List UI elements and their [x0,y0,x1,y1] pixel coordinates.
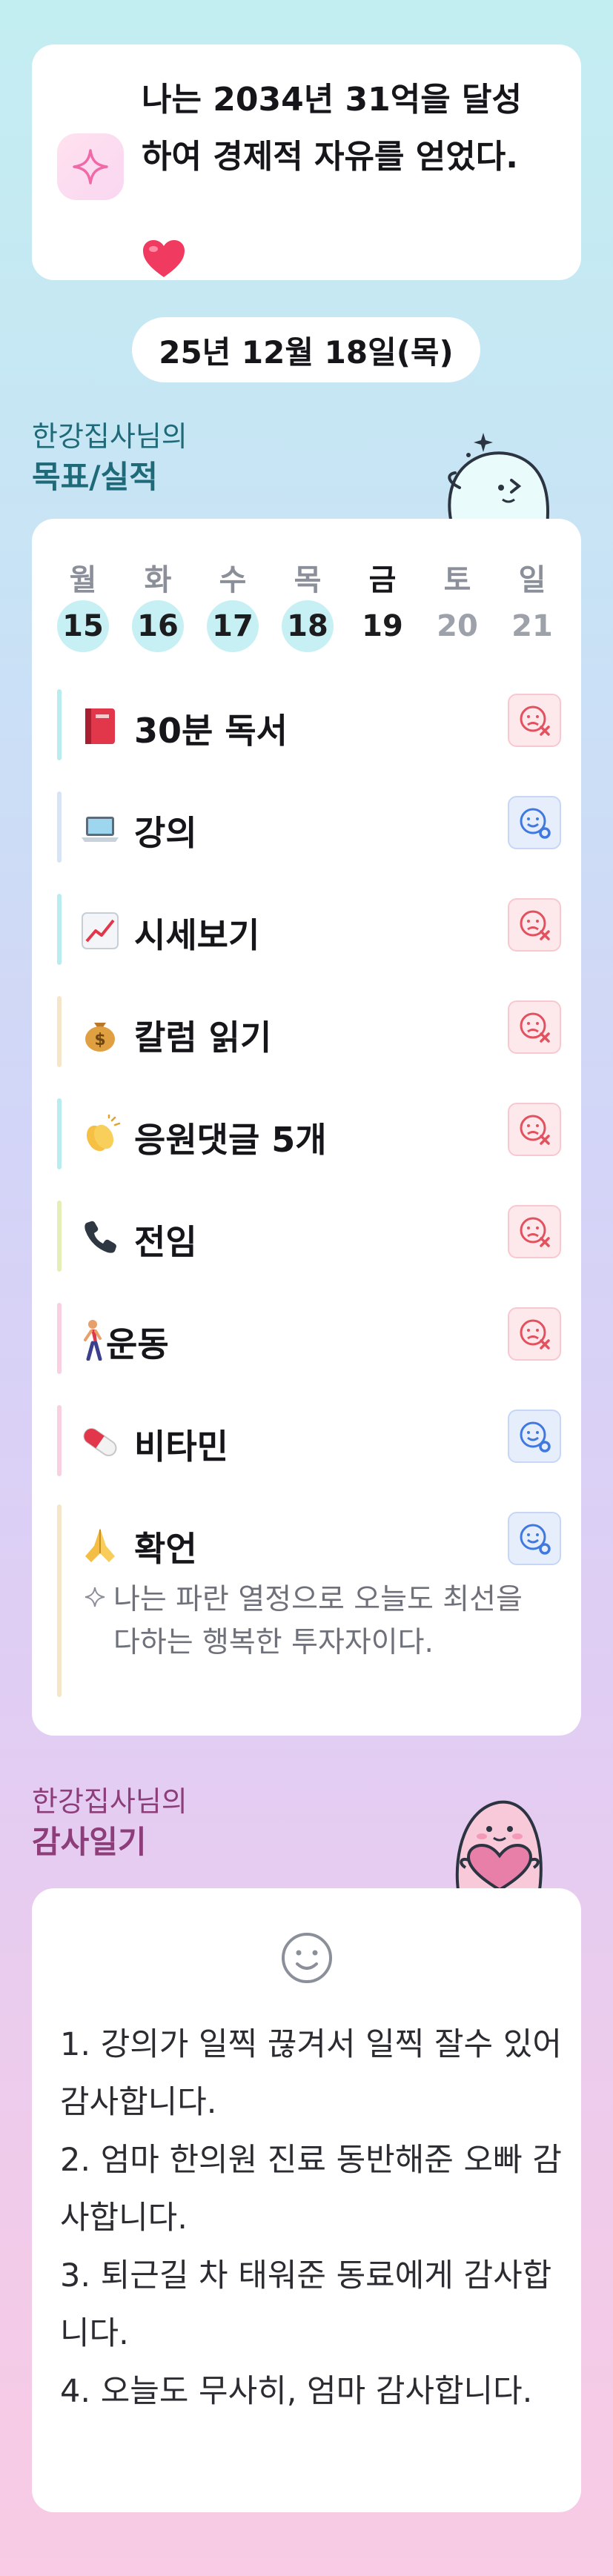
habit-color-bar [57,1201,62,1272]
habit-label: 시세보기 [134,915,260,955]
day-17[interactable]: 17 [207,600,259,652]
money-bag-icon: $ [79,1012,121,1054]
fail-face-icon[interactable] [508,1307,561,1361]
habit-label: 비타민 [134,1427,228,1467]
fail-face-icon[interactable] [508,898,561,952]
sparkle-icon [57,133,124,200]
habit-color-bar [57,1303,62,1374]
day-18[interactable]: 18 [282,600,334,652]
habit-color-bar [57,894,62,965]
success-face-icon[interactable] [508,796,561,849]
habit-row[interactable]: 확언 [57,1507,561,1579]
habit-label: 칼럼 읽기 [134,1018,272,1058]
day-15[interactable]: 15 [57,600,109,652]
habit-label: 운동 [106,1324,169,1364]
day-name-fri: 금 [368,563,397,597]
habit-row[interactable]: 강의 [57,791,561,863]
habit-row[interactable]: 응원댓글 5개 [57,1098,561,1169]
habit-row[interactable]: 시세보기 [57,894,561,965]
fail-face-icon[interactable] [508,1205,561,1258]
habit-color-bar [57,689,62,760]
gratitude-card: 1. 강의가 일찍 끊겨서 일찍 잘수 있어 감사합니다. 2. 엄마 한의원 … [32,1888,581,2512]
goal-text: 나는 2034년 31억을 달성 하여 경제적 자유를 얻었다. [142,81,523,176]
day-name-sat: 토 [443,563,471,597]
habit-row[interactable]: 전임 [57,1201,561,1272]
day-21[interactable]: 21 [506,600,558,652]
heart-mascot-icon [436,1786,562,1893]
habit-row[interactable]: 운동 [57,1303,561,1374]
gratitude-item: 3. 퇴근길 차 태워준 동료에게 감사합니다. [60,2257,552,2352]
habit-row[interactable]: 비타민 [57,1405,561,1476]
day-name-wed: 수 [219,563,247,597]
gratitude-section-subtitle: 한강집사님의 [32,1785,188,1818]
gratitude-item: 2. 엄마 한의원 진료 동반해준 오빠 감사합니다. [60,2142,562,2237]
fail-face-icon[interactable] [508,1000,561,1054]
day-16[interactable]: 16 [132,600,184,652]
tracker-section-subtitle: 한강집사님의 [32,420,188,453]
tracker-card: 월 화 수 목 금 토 일 15 16 17 18 19 20 21 30분 독… [32,519,581,1736]
walking-person-icon [79,1319,105,1361]
phone-icon [79,1217,121,1258]
habit-row[interactable]: 30분 독서 [57,689,561,760]
habit-label: 전임 [134,1222,197,1262]
day-19[interactable]: 19 [357,600,408,652]
day-20[interactable]: 20 [431,600,483,652]
day-name-sun: 일 [518,563,546,597]
goal-card: 나는 2034년 31억을 달성 하여 경제적 자유를 얻었다. [32,44,581,280]
habit-color-bar [57,1405,62,1476]
smiley-icon [280,1931,334,1988]
svg-text:$: $ [94,1031,105,1049]
gratitude-section-title: 감사일기 [32,1824,147,1860]
habit-row[interactable]: $ 칼럼 읽기 [57,996,561,1067]
laptop-icon [79,808,121,849]
gratitude-item: 1. 강의가 일찍 끊겨서 일찍 잘수 있어 감사합니다. [60,2026,562,2121]
fail-face-icon[interactable] [508,694,561,747]
book-icon [79,706,121,747]
habit-label: 확언 [134,1529,197,1569]
heart-icon [142,239,186,282]
habit-label: 강의 [134,813,197,853]
day-name-thu: 목 [294,563,322,597]
praying-hands-icon [79,1524,121,1565]
success-face-icon[interactable] [508,1410,561,1463]
habit-label: 응원댓글 5개 [134,1120,327,1160]
tracker-section-title: 목표/실적 [32,459,158,495]
affirmation-text: 나는 파란 열정으로 오늘도 최선을 다하는 행복한 투자자이다. [113,1583,523,1659]
chart-up-icon [79,910,121,952]
gratitude-item: 4. 오늘도 무사히, 엄마 감사합니다. [60,2373,533,2410]
clapping-hands-icon [79,1113,121,1156]
small-sparkle-icon [84,1586,106,1614]
affirmation-color-bar [57,1504,62,1697]
day-name-mon: 월 [69,563,97,597]
habit-color-bar [57,1098,62,1169]
habit-color-bar [57,791,62,863]
fail-face-icon[interactable] [508,1103,561,1156]
habit-label: 30분 독서 [134,711,288,751]
ghost-mascot-icon [437,422,556,529]
habit-color-bar [57,996,62,1067]
date-pill[interactable]: 25년 12월 18일(목) [132,317,480,382]
success-face-icon[interactable] [508,1512,561,1565]
pill-icon [79,1421,121,1463]
day-name-tue: 화 [144,563,172,597]
